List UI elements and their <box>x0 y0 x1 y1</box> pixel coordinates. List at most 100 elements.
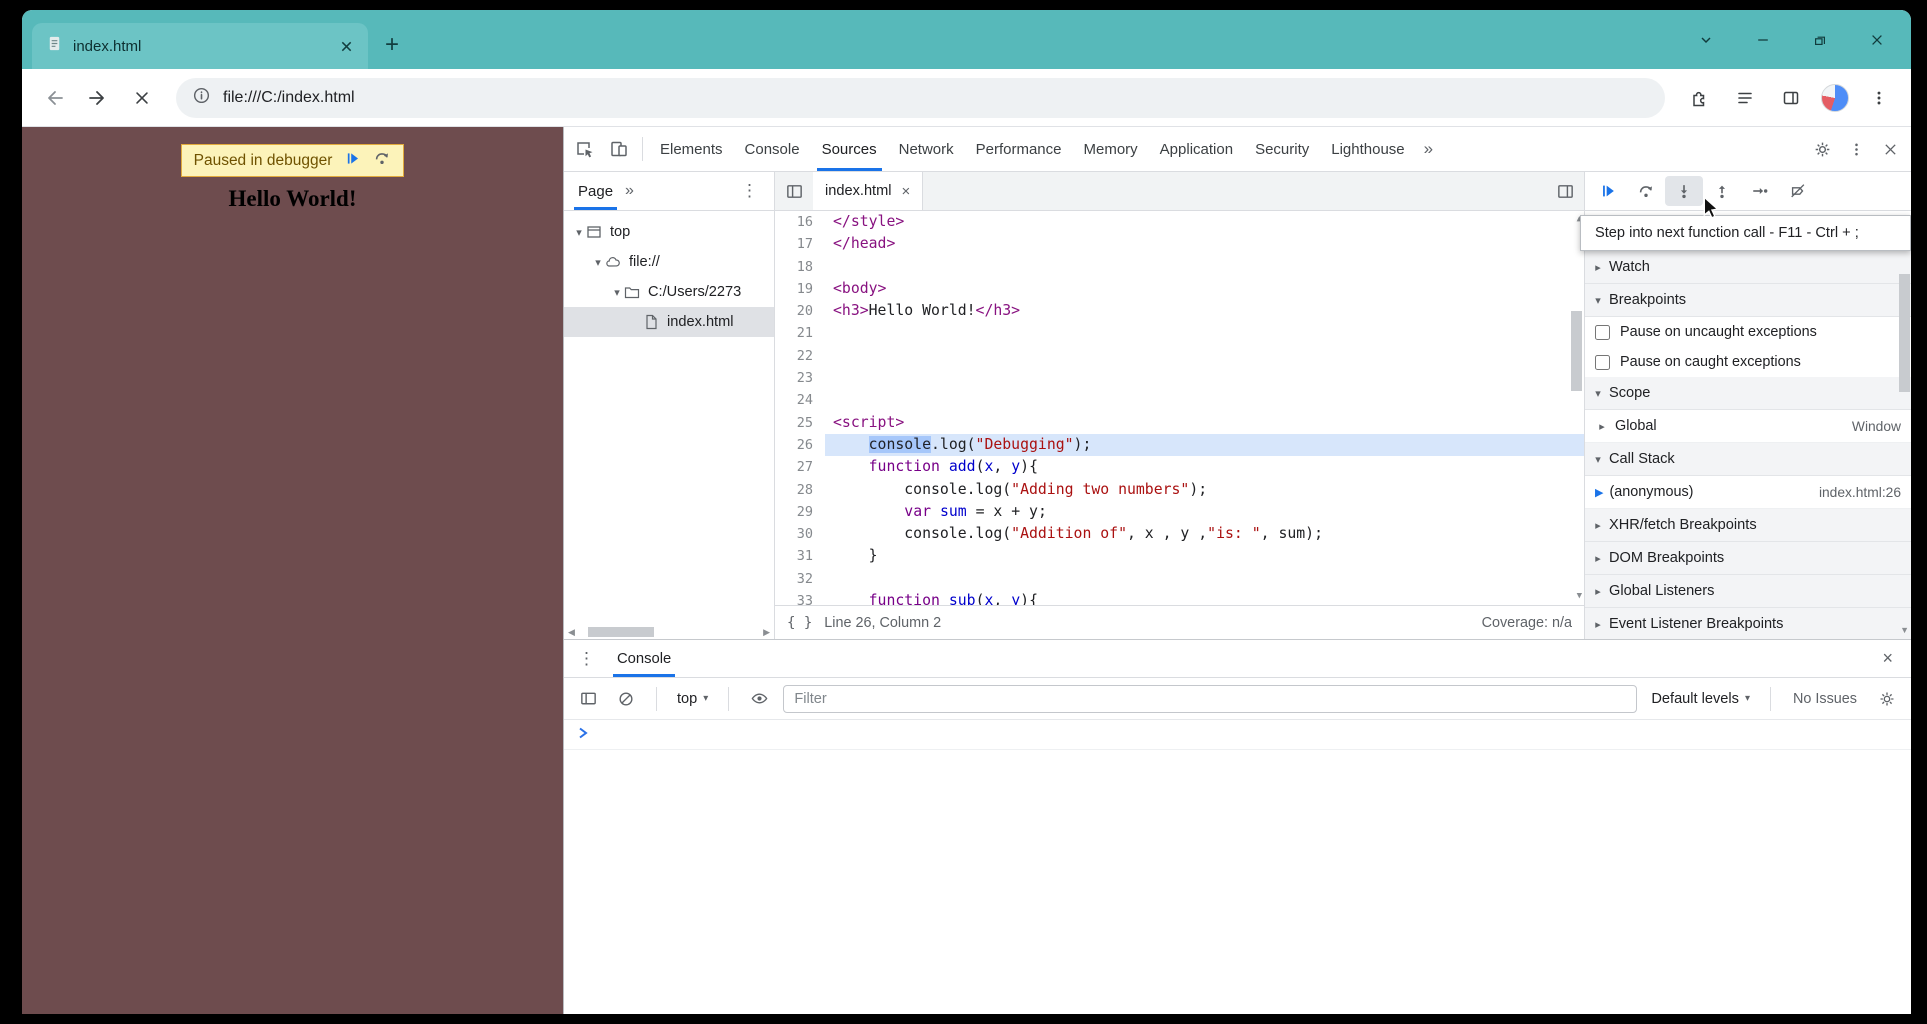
clear-console-icon[interactable] <box>612 685 640 713</box>
code-text[interactable]: console.log("Adding two numbers"); <box>825 479 1584 501</box>
issues-counter[interactable]: No Issues <box>1787 691 1863 707</box>
pretty-print-icon[interactable]: { } <box>787 615 812 631</box>
browser-menu-kebab-icon[interactable] <box>1859 78 1899 118</box>
line-number[interactable]: 30 <box>775 523 825 545</box>
line-number[interactable]: 18 <box>775 256 825 278</box>
tree-item-c-users-2273[interactable]: ▾ C:/Users/2273 <box>564 277 774 307</box>
editor-scrollbar-thumb[interactable] <box>1571 311 1582 391</box>
drawer-menu-kebab-icon[interactable]: ⋮ <box>572 649 601 669</box>
line-number[interactable]: 24 <box>775 389 825 411</box>
step-over-banner-icon[interactable] <box>373 149 391 172</box>
section-header-call-stack[interactable]: ▾ Call Stack <box>1585 443 1911 476</box>
devtools-tab-memory[interactable]: Memory <box>1073 127 1149 171</box>
step-button[interactable] <box>1741 176 1779 206</box>
devtools-tab-sources[interactable]: Sources <box>811 127 888 171</box>
devtools-tab-elements[interactable]: Elements <box>649 127 734 171</box>
code-text[interactable] <box>825 256 1584 278</box>
console-messages-area[interactable] <box>564 720 1911 1014</box>
disclosure-triangle-icon[interactable]: ▾ <box>591 256 605 269</box>
line-number[interactable]: 22 <box>775 345 825 367</box>
toggle-navigator-icon[interactable] <box>775 172 813 210</box>
checkbox[interactable] <box>1595 324 1610 340</box>
new-tab-button[interactable]: + <box>376 29 408 61</box>
section-header-watch[interactable]: ▸ Watch <box>1585 251 1911 284</box>
line-number[interactable]: 27 <box>775 456 825 478</box>
navigator-tab-page[interactable]: Page <box>572 172 619 210</box>
code-text[interactable]: function add(x, y){ <box>825 456 1584 478</box>
live-expression-eye-icon[interactable] <box>745 685 773 713</box>
tree-item-top[interactable]: ▾ top <box>564 217 774 247</box>
site-info-icon[interactable] <box>192 86 211 110</box>
line-number[interactable]: 32 <box>775 568 825 590</box>
navigator-more-tabs-icon[interactable]: » <box>619 182 640 200</box>
navigator-hscrollbar[interactable]: ◀ ▶ <box>564 625 774 639</box>
code-text[interactable]: <body> <box>825 278 1584 300</box>
section-header-breakpoints[interactable]: ▾ Breakpoints <box>1585 284 1911 317</box>
editor-file-tab[interactable]: index.html × <box>813 172 924 210</box>
code-editor[interactable]: 16 </style> 17 </head> 18 19 <body> 20 <h3>Hello… <box>775 211 1584 605</box>
close-window-button[interactable] <box>1848 10 1905 69</box>
console-filter-input[interactable] <box>783 684 1638 713</box>
drawer-close-icon[interactable]: × <box>1872 648 1903 669</box>
line-number[interactable]: 17 <box>775 233 825 255</box>
toggle-debugger-sidebar-icon[interactable] <box>1546 172 1584 210</box>
devtools-close-icon[interactable] <box>1873 132 1907 166</box>
context-selector[interactable]: top ▾ <box>673 691 712 707</box>
step-over-button[interactable] <box>1627 176 1665 206</box>
devtools-menu-kebab-icon[interactable] <box>1839 132 1873 166</box>
disclosure-triangle-icon[interactable]: ▾ <box>572 226 586 239</box>
line-number[interactable]: 20 <box>775 300 825 322</box>
code-text[interactable]: console.log("Debugging"); <box>825 433 1584 457</box>
devtools-tab-application[interactable]: Application <box>1149 127 1244 171</box>
tree-item-file[interactable]: ▾ file:// <box>564 247 774 277</box>
devtools-tab-security[interactable]: Security <box>1244 127 1320 171</box>
section-header-event-listener-breakpoints[interactable]: ▸ Event Listener Breakpoints <box>1585 608 1911 639</box>
code-text[interactable] <box>825 389 1584 411</box>
extensions-icon[interactable] <box>1679 78 1719 118</box>
console-sidebar-icon[interactable] <box>574 685 602 713</box>
section-header-dom-breakpoints[interactable]: ▸ DOM Breakpoints <box>1585 542 1911 575</box>
devtools-tab-performance[interactable]: Performance <box>965 127 1073 171</box>
log-levels-dropdown[interactable]: Default levels ▾ <box>1647 691 1754 707</box>
back-icon[interactable] <box>34 78 74 118</box>
section-header-scope[interactable]: ▾ Scope <box>1585 377 1911 410</box>
restore-button[interactable] <box>1791 10 1848 69</box>
code-text[interactable]: } <box>825 545 1584 567</box>
line-number[interactable]: 31 <box>775 545 825 567</box>
line-number[interactable]: 16 <box>775 211 825 233</box>
tab-search-chevron-icon[interactable] <box>1677 10 1734 69</box>
disclosure-triangle-icon[interactable]: ▸ <box>1595 420 1609 433</box>
code-text[interactable]: </style> <box>825 211 1584 233</box>
scroll-left-icon[interactable]: ◀ <box>568 625 575 639</box>
scroll-down-icon[interactable]: ▼ <box>1900 623 1909 637</box>
address-bar[interactable]: file:///C:/index.html <box>176 77 1665 118</box>
line-number[interactable]: 25 <box>775 412 825 434</box>
devtools-tab-network[interactable]: Network <box>888 127 965 171</box>
code-text[interactable] <box>825 345 1584 367</box>
minimize-button[interactable] <box>1734 10 1791 69</box>
drawer-tab-console[interactable]: Console <box>609 640 679 677</box>
line-number[interactable]: 33 <box>775 590 825 605</box>
more-tabs-icon[interactable]: » <box>1416 139 1441 159</box>
devtools-settings-gear-icon[interactable] <box>1805 132 1839 166</box>
sidebar-scrollbar[interactable]: ▲ ▼ <box>1898 212 1911 639</box>
profile-avatar[interactable] <box>1821 83 1849 112</box>
scope-row-global[interactable]: ▸ Global Window <box>1585 410 1911 443</box>
line-number[interactable]: 28 <box>775 479 825 501</box>
disclosure-triangle-icon[interactable]: ▾ <box>610 286 624 299</box>
scroll-down-icon[interactable]: ▼ <box>1577 589 1582 603</box>
code-text[interactable] <box>825 367 1584 389</box>
code-text[interactable]: </head> <box>825 233 1584 255</box>
line-number[interactable]: 19 <box>775 278 825 300</box>
devtools-tab-console[interactable]: Console <box>734 127 811 171</box>
checkbox-row-pause-on-caught-exceptions[interactable]: Pause on caught exceptions <box>1585 347 1911 377</box>
resume-script-button[interactable] <box>1589 176 1627 206</box>
side-panel-icon[interactable] <box>1771 78 1811 118</box>
editor-tab-close-icon[interactable]: × <box>902 183 911 200</box>
code-text[interactable]: console.log("Addition of", x , y ,"is: "… <box>825 523 1584 545</box>
section-header-global-listeners[interactable]: ▸ Global Listeners <box>1585 575 1911 608</box>
checkbox[interactable] <box>1595 354 1610 370</box>
stop-loading-icon[interactable] <box>122 78 162 118</box>
forward-icon[interactable] <box>78 78 118 118</box>
browser-tab[interactable]: index.html <box>32 23 368 69</box>
